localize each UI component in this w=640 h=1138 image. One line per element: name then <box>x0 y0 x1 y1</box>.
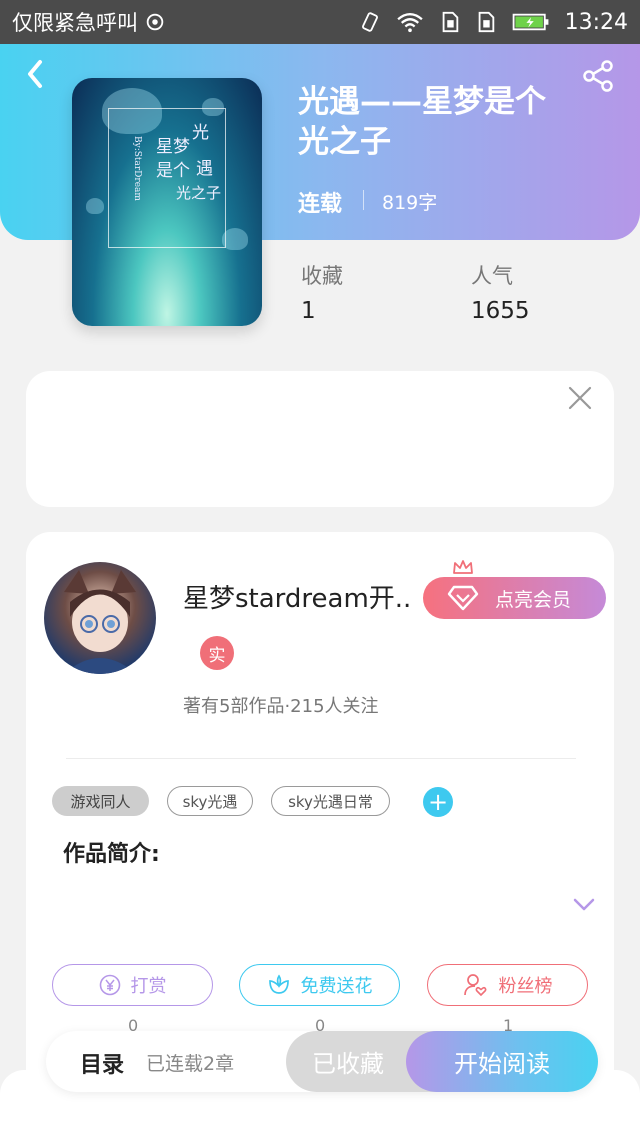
crown-icon <box>453 560 473 574</box>
avatar[interactable] <box>44 562 156 674</box>
intro-heading: 作品简介: <box>63 842 160 867</box>
book-title: 光遇——星梦是个光之子 <box>298 84 546 160</box>
tag-sky-daily[interactable]: sky光遇日常 <box>271 786 390 816</box>
fan-ranking-label: 粉丝榜 <box>498 976 553 997</box>
author-name[interactable]: 星梦stardream开... <box>183 578 413 615</box>
nfc-icon <box>146 13 164 31</box>
back-icon[interactable] <box>20 58 52 90</box>
author-stats: 著有5部作品·215人关注 <box>183 696 379 717</box>
collected-label: 已收藏 <box>312 1050 384 1078</box>
favorites-value: 1 <box>301 298 316 324</box>
favorites-label: 收藏 <box>301 264 343 288</box>
chevron-down-icon[interactable] <box>572 895 596 915</box>
status-bar: 仅限紧急呼叫 13:24 <box>0 0 640 44</box>
close-icon[interactable] <box>566 384 594 412</box>
add-tag-button[interactable]: + <box>423 787 453 817</box>
diamond-icon <box>447 585 479 611</box>
ad-banner <box>26 371 614 507</box>
book-cover[interactable]: 光 遇 星梦 是个 光之子 By:StarDream <box>72 78 262 326</box>
sim2-icon <box>478 11 494 33</box>
divider <box>363 190 364 210</box>
wifi-icon <box>396 13 423 33</box>
serial-status: 连载 <box>298 192 343 217</box>
send-flower-label: 免费送花 <box>300 976 373 997</box>
avatar-art <box>64 570 136 674</box>
tip-label: 打赏 <box>130 976 167 997</box>
yen-icon <box>99 974 120 996</box>
vibrate-icon <box>361 12 378 32</box>
table-of-contents-button[interactable]: 目录 <box>80 1047 124 1079</box>
verified-badge: 实 <box>200 636 234 670</box>
flower-icon <box>268 974 289 994</box>
cover-credit: By:StarDream <box>132 136 142 201</box>
chapter-count[interactable]: 已连载2章 <box>146 1049 234 1076</box>
share-icon[interactable] <box>580 58 616 94</box>
start-reading-label: 开始阅读 <box>454 1050 550 1078</box>
start-reading-button[interactable]: 开始阅读 <box>406 1031 598 1092</box>
clock: 13:24 <box>564 9 628 35</box>
carrier-text: 仅限紧急呼叫 <box>12 11 138 35</box>
fan-ranking-button[interactable]: 粉丝榜 <box>427 964 588 1006</box>
tag-game-fanfic[interactable]: 游戏同人 <box>52 786 149 816</box>
sim1-icon <box>442 11 458 33</box>
popularity-value: 1655 <box>471 298 530 324</box>
section-divider <box>66 758 576 759</box>
tip-button[interactable]: 打赏 <box>52 964 213 1006</box>
tag-sky[interactable]: sky光遇 <box>167 786 253 816</box>
popularity-label: 人气 <box>471 264 513 288</box>
word-count: 819字 <box>382 192 438 214</box>
cover-text: 光 <box>192 123 209 143</box>
user-heart-icon <box>463 974 486 997</box>
vip-button-label: 点亮会员 <box>495 588 572 611</box>
battery-icon <box>512 13 549 31</box>
send-flower-button[interactable]: 免费送花 <box>239 964 400 1006</box>
